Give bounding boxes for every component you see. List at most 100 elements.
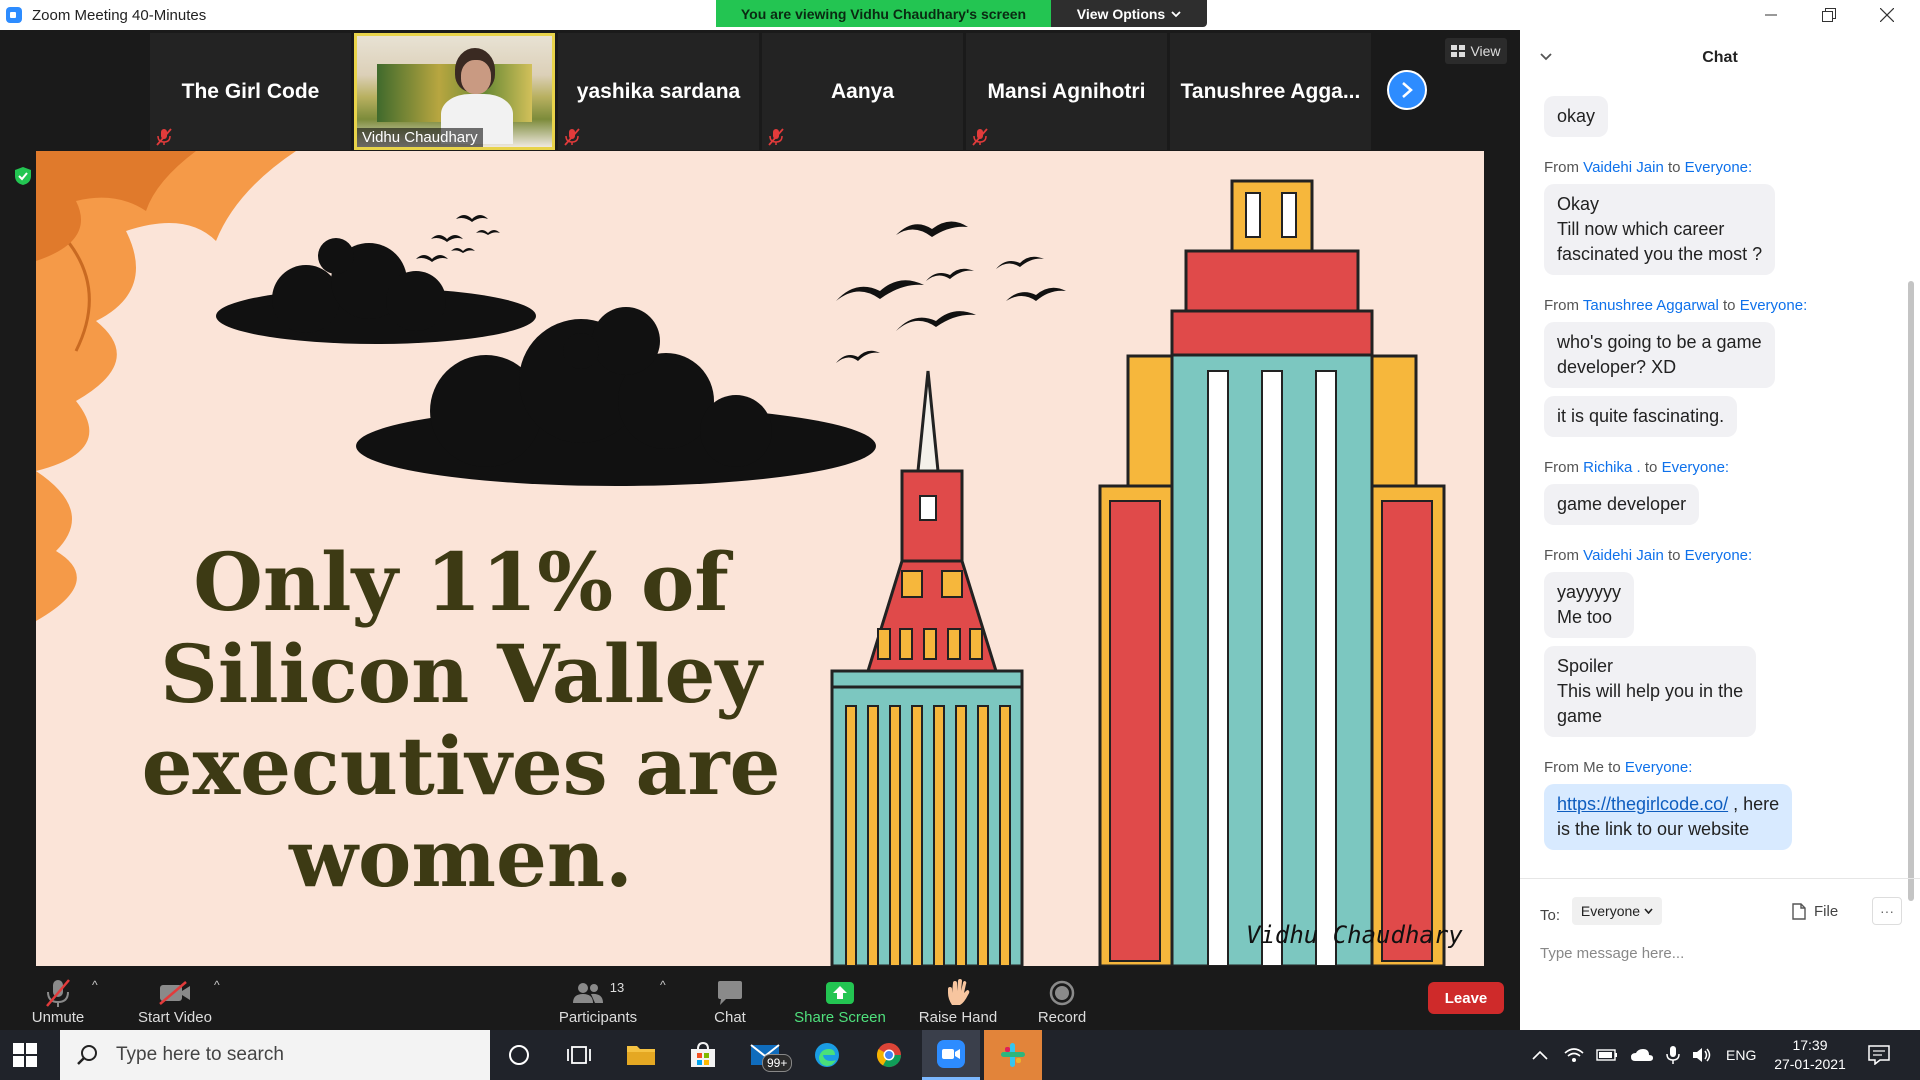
birds-decoration (416, 215, 1066, 363)
encryption-shield-icon (15, 167, 31, 185)
chat-header: Chat (1520, 30, 1920, 86)
sender-name[interactable]: Vaidehi Jain (1583, 159, 1664, 176)
headline-line: Only 11% of (193, 535, 729, 629)
edge-browser-icon (815, 1043, 839, 1067)
recipient-name[interactable]: Everyone: (1662, 459, 1730, 476)
volume-icon[interactable] (1692, 1047, 1712, 1063)
sender-name[interactable]: Tanushree Aggarwal (1583, 297, 1719, 314)
chat-message-input[interactable] (1540, 939, 1900, 967)
bubble-line: Okay (1557, 194, 1600, 214)
chat-button[interactable]: Chat (700, 970, 760, 1030)
start-video-button[interactable]: Start Video (130, 970, 220, 1030)
audio-options-caret[interactable]: ^ (92, 978, 98, 992)
website-link[interactable]: https://thegirlcode.co/ (1557, 794, 1728, 814)
leave-meeting-button[interactable]: Leave (1428, 982, 1504, 1014)
recipient-name[interactable]: Everyone: (1740, 297, 1808, 314)
chat-bubble: it is quite fascinating. (1544, 396, 1738, 437)
microphone-icon[interactable] (1666, 1045, 1680, 1065)
chat-label: Chat (714, 1009, 746, 1026)
video-options-caret[interactable]: ^ (214, 978, 220, 992)
taskbar-clock[interactable]: 17:39 27-01-2021 (1760, 1036, 1860, 1074)
viewing-screen-label: You are viewing Vidhu Chaudhary's screen (716, 0, 1051, 27)
slack-button[interactable] (984, 1030, 1042, 1080)
unmute-button[interactable]: Unmute (22, 970, 94, 1030)
wifi-icon[interactable] (1564, 1047, 1584, 1063)
chat-bubble-icon (718, 981, 742, 1005)
file-button[interactable]: File (1792, 897, 1838, 925)
task-view-button[interactable] (550, 1030, 608, 1080)
raise-hand-button[interactable]: Raise Hand (914, 970, 1002, 1030)
participant-tile[interactable]: Tanushree Agga... (1170, 33, 1371, 150)
notifications-icon[interactable] (1868, 1045, 1890, 1065)
minimize-button[interactable] (1742, 0, 1800, 30)
bubble-line: developer? XD (1557, 357, 1677, 377)
next-participants-button[interactable] (1387, 70, 1427, 110)
chat-bubble-own: https://thegirlcode.co/ , here is the li… (1544, 784, 1793, 850)
zoom-taskbar-button[interactable] (922, 1030, 980, 1080)
chrome-button[interactable] (860, 1030, 918, 1080)
scrollbar-thumb[interactable] (1908, 281, 1914, 901)
message-group: From Vaidehi Jain to Everyone: yayyyyy M… (1544, 547, 1894, 745)
chat-panel: Chat okay From Vaidehi Jain to Everyone:… (1520, 30, 1920, 1030)
chat-scrollbar[interactable] (1908, 86, 1916, 906)
participant-tile[interactable]: Mansi Agnihotri (966, 33, 1167, 150)
task-view-icon (567, 1046, 591, 1064)
participants-label: Participants (558, 1009, 638, 1026)
share-screen-button[interactable]: Share Screen (792, 970, 888, 1030)
bubble-line: Spoiler (1557, 656, 1614, 676)
bubble-line: fascinated you the most ? (1557, 244, 1763, 264)
message-group: From Richika . to Everyone: game develop… (1544, 459, 1894, 533)
view-button[interactable]: View (1445, 38, 1507, 64)
participant-name: The Girl Code (181, 79, 320, 103)
battery-icon[interactable] (1596, 1049, 1618, 1061)
close-window-button[interactable] (1858, 0, 1916, 30)
zoom-video-icon (937, 1039, 965, 1068)
participant-name: yashika sardana (576, 79, 741, 103)
participants-options-caret[interactable]: ^ (660, 978, 666, 992)
chevron-up-icon[interactable] (1532, 1050, 1548, 1060)
participant-tile-video[interactable]: Vidhu Chaudhary (354, 33, 555, 150)
windows-taskbar: Type here to search 99+ ENG 17:39 27-01-… (0, 1030, 1920, 1080)
cloud-decoration (216, 238, 876, 486)
taskbar-search[interactable]: Type here to search (60, 1030, 490, 1080)
windows-start-icon[interactable] (12, 1042, 38, 1068)
recipient-name[interactable]: Everyone: (1685, 547, 1753, 564)
close-icon (1880, 8, 1894, 22)
recipient-select[interactable]: Everyone (1572, 897, 1662, 925)
record-label: Record (1037, 1009, 1087, 1026)
screen: Zoom Meeting 40-Minutes The Girl Code Vi… (0, 0, 1920, 1080)
screen-share-banner: You are viewing Vidhu Chaudhary's screen… (716, 0, 1207, 27)
recipient-name[interactable]: Everyone: (1685, 159, 1753, 176)
headline-line: executives are (141, 719, 781, 813)
sender-name[interactable]: Vaidehi Jain (1583, 547, 1664, 564)
file-explorer-button[interactable] (612, 1030, 670, 1080)
message-sender: From Vaidehi Jain to Everyone: (1544, 547, 1753, 564)
participant-tile[interactable]: yashika sardana (558, 33, 759, 150)
sender-name[interactable]: Richika . (1583, 459, 1641, 476)
mail-button[interactable]: 99+ (736, 1030, 794, 1080)
participant-tile[interactable]: The Girl Code (150, 33, 351, 150)
language-indicator[interactable]: ENG (1726, 1047, 1756, 1063)
chat-bubble: Okay Till now which career fascinated yo… (1544, 184, 1776, 275)
recipient-name[interactable]: Everyone: (1625, 759, 1693, 776)
camera-person (441, 48, 513, 144)
view-options-label: View Options (1076, 5, 1166, 22)
message-sender: From Me to Everyone: (1544, 759, 1693, 776)
chat-collapse-button[interactable] (1540, 48, 1552, 66)
participants-button[interactable]: 13 Participants (555, 970, 641, 1030)
participant-tile[interactable]: Aanya (762, 33, 963, 150)
store-button[interactable] (674, 1030, 732, 1080)
chevron-down-icon (1644, 908, 1653, 914)
edge-button[interactable] (798, 1030, 856, 1080)
clock-date: 27-01-2021 (1774, 1056, 1846, 1072)
search-placeholder: Type here to search (116, 1044, 284, 1065)
view-options-button[interactable]: View Options (1051, 0, 1207, 27)
cortana-button[interactable] (490, 1030, 548, 1080)
bubble-line: This will help you in the (1557, 681, 1744, 701)
more-options-button[interactable]: ··· (1872, 897, 1902, 925)
restore-button[interactable] (1800, 0, 1858, 30)
record-button[interactable]: Record (1028, 970, 1096, 1030)
raise-hand-label: Raise Hand (918, 1009, 998, 1026)
grid-view-icon (1451, 45, 1466, 57)
onedrive-cloud-icon[interactable] (1630, 1048, 1654, 1062)
